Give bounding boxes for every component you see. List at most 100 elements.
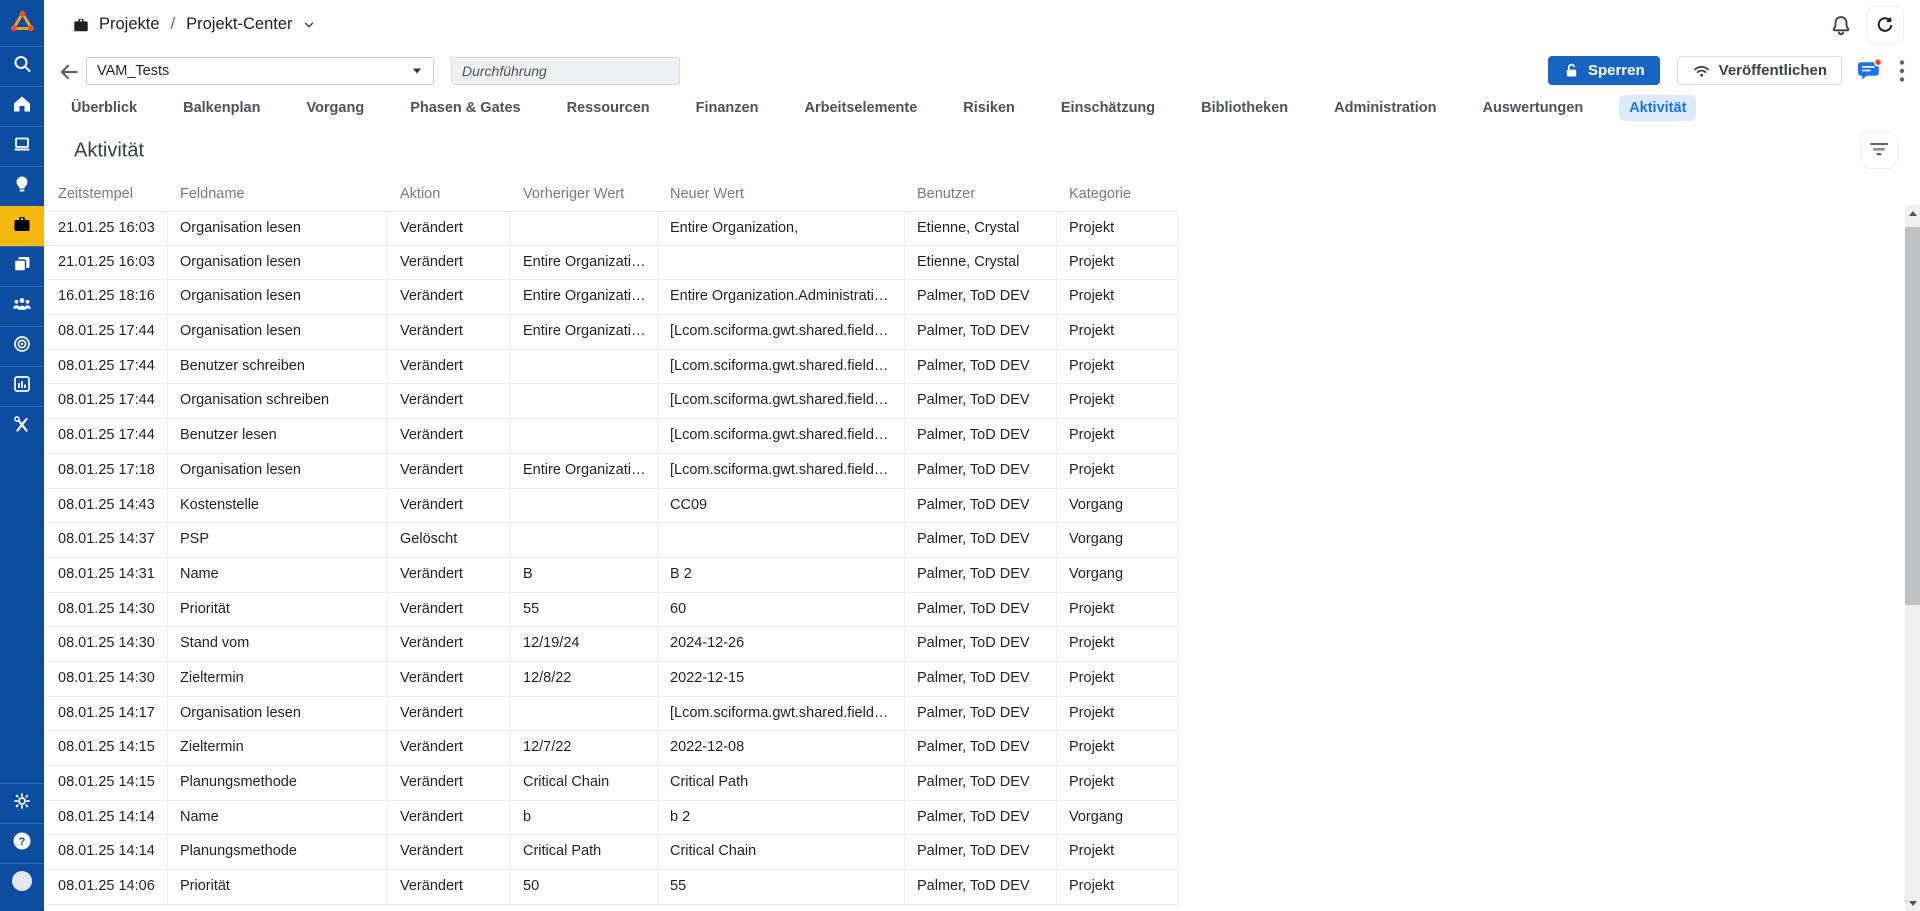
chat-button[interactable]	[1856, 57, 1883, 84]
table-row[interactable]: 08.01.25 14:37 PSP Gelöscht Palmer, ToD …	[46, 523, 1178, 558]
breadcrumb[interactable]: Projekte / Projekt-Center	[72, 15, 316, 34]
sidebar-item-profile[interactable]	[0, 863, 44, 903]
sidebar-item-portfolios[interactable]	[0, 246, 44, 286]
tools-icon	[12, 414, 32, 439]
sidebar-item-settings[interactable]	[0, 783, 44, 823]
vertical-scrollbar[interactable]	[1905, 205, 1920, 911]
cell-feldname: Organisation lesen	[168, 212, 388, 245]
cell-feldname: Zieltermin	[168, 662, 388, 696]
table-row[interactable]: 08.01.25 14:14 Name Verändert b b 2 Palm…	[46, 801, 1178, 836]
tab-ueberblick[interactable]: Überblick	[61, 95, 147, 121]
tab-aktivitaet[interactable]: Aktivität	[1619, 95, 1696, 121]
cell-feldname: Planungsmethode	[168, 766, 388, 800]
column-header[interactable]: Aktion	[388, 186, 511, 202]
phase-field[interactable]: Durchführung	[451, 57, 680, 85]
cell-zeitstempel: 16.01.25 18:16	[46, 280, 168, 314]
sciforma-logo[interactable]	[0, 0, 44, 46]
tab-arbeitselemente[interactable]: Arbeitselemente	[794, 95, 927, 121]
cell-benutzer: Palmer, ToD DEV	[905, 315, 1057, 349]
back-button[interactable]	[58, 60, 82, 84]
table-row[interactable]: 08.01.25 17:44 Organisation schreiben Ve…	[46, 384, 1178, 419]
app-sidebar: ?	[0, 0, 44, 911]
tab-vorgang[interactable]: Vorgang	[296, 95, 374, 121]
tab-administration[interactable]: Administration	[1324, 95, 1446, 121]
cell-kategorie: Projekt	[1057, 697, 1178, 731]
sidebar-item-resources[interactable]	[0, 286, 44, 326]
breadcrumb-section[interactable]: Projekte	[99, 15, 160, 34]
sidebar-item-ideas[interactable]	[0, 166, 44, 206]
cell-vorheriger-wert	[511, 384, 658, 418]
sidebar-item-search[interactable]	[0, 46, 44, 86]
column-header[interactable]: Kategorie	[1057, 186, 1178, 202]
publish-button[interactable]: Veröffentlichen	[1677, 56, 1842, 85]
tab-balkenplan[interactable]: Balkenplan	[173, 95, 270, 121]
scroll-up-arrow[interactable]	[1905, 205, 1920, 221]
sidebar-item-goals[interactable]	[0, 326, 44, 366]
table-row[interactable]: 08.01.25 14:15 Zieltermin Verändert 12/7…	[46, 731, 1178, 766]
cell-kategorie: Vorgang	[1057, 558, 1178, 592]
table-row[interactable]: 08.01.25 14:43 Kostenstelle Verändert CC…	[46, 489, 1178, 524]
cell-feldname: Organisation schreiben	[168, 384, 388, 418]
sidebar-item-projects[interactable]	[0, 206, 44, 246]
breadcrumb-page[interactable]: Projekt-Center	[186, 15, 292, 34]
tab-phasen-gates[interactable]: Phasen & Gates	[400, 95, 530, 121]
table-row[interactable]: 08.01.25 14:30 Zieltermin Verändert 12/8…	[46, 662, 1178, 697]
table-row[interactable]: 21.01.25 16:03 Organisation lesen Veränd…	[46, 211, 1178, 246]
table-row[interactable]: 08.01.25 17:44 Benutzer lesen Verändert …	[46, 419, 1178, 454]
cell-benutzer: Palmer, ToD DEV	[905, 489, 1057, 523]
more-menu-button[interactable]	[1899, 59, 1905, 83]
scroll-down-arrow[interactable]	[1905, 895, 1920, 911]
cell-zeitstempel: 08.01.25 14:43	[46, 489, 168, 523]
home-icon	[12, 94, 32, 119]
tab-finanzen[interactable]: Finanzen	[686, 95, 769, 121]
table-row[interactable]: 21.01.25 16:03 Organisation lesen Veränd…	[46, 246, 1178, 281]
tab-risiken[interactable]: Risiken	[953, 95, 1025, 121]
cell-neuer-wert: Entire Organization.Administration.H...	[658, 280, 905, 314]
cell-aktion: Verändert	[388, 766, 511, 800]
table-row[interactable]: 08.01.25 17:44 Benutzer schreiben Veränd…	[46, 350, 1178, 385]
refresh-button[interactable]	[1866, 6, 1904, 44]
sidebar-item-reports[interactable]	[0, 366, 44, 406]
filter-button[interactable]	[1860, 131, 1898, 169]
sidebar-item-help[interactable]: ?	[0, 823, 44, 863]
cell-neuer-wert: 2022-12-15	[658, 662, 905, 696]
table-row[interactable]: 08.01.25 14:30 Priorität Verändert 55 60…	[46, 593, 1178, 628]
table-row[interactable]: 08.01.25 14:30 Stand vom Verändert 12/19…	[46, 627, 1178, 662]
lock-button[interactable]: Sperren	[1548, 56, 1660, 85]
cell-kategorie: Projekt	[1057, 835, 1178, 869]
cell-neuer-wert: Entire Organization,	[658, 212, 905, 245]
table-row[interactable]: 08.01.25 14:15 Planungsmethode Verändert…	[46, 766, 1178, 801]
table-row[interactable]: 08.01.25 17:18 Organisation lesen Veränd…	[46, 454, 1178, 489]
scrollbar-thumb[interactable]	[1905, 227, 1920, 605]
sidebar-item-workspace[interactable]	[0, 126, 44, 166]
cell-kategorie: Projekt	[1057, 280, 1178, 314]
tab-bibliotheken[interactable]: Bibliotheken	[1191, 95, 1298, 121]
cell-neuer-wert: 60	[658, 593, 905, 627]
column-header[interactable]: Feldname	[168, 186, 388, 202]
project-selector[interactable]: VAM_Tests	[86, 57, 434, 85]
table-row[interactable]: 08.01.25 14:14 Planungsmethode Verändert…	[46, 835, 1178, 870]
table-row[interactable]: 08.01.25 17:44 Organisation lesen Veränd…	[46, 315, 1178, 350]
table-row[interactable]: 08.01.25 14:31 Name Verändert B B 2 Palm…	[46, 558, 1178, 593]
table-row[interactable]: 08.01.25 14:06 Priorität Verändert 50 55…	[46, 870, 1178, 905]
tab-einschaetzung[interactable]: Einschätzung	[1051, 95, 1165, 121]
cell-vorheriger-wert: 12/19/24	[511, 627, 658, 661]
table-row[interactable]: 16.01.25 18:16 Organisation lesen Veränd…	[46, 280, 1178, 315]
cell-vorheriger-wert: Critical Chain	[511, 766, 658, 800]
cell-vorheriger-wert	[511, 350, 658, 384]
tab-auswertungen[interactable]: Auswertungen	[1472, 95, 1593, 121]
column-header[interactable]: Benutzer	[905, 186, 1057, 202]
tab-label: Auswertungen	[1482, 100, 1583, 116]
column-header[interactable]: Zeitstempel	[46, 186, 168, 202]
sidebar-item-home[interactable]	[0, 86, 44, 126]
column-header[interactable]: Vorheriger Wert	[511, 186, 658, 202]
cell-neuer-wert: [Lcom.sciforma.gwt.shared.fieldengi...	[658, 350, 905, 384]
notifications-button[interactable]	[1830, 14, 1852, 36]
cell-vorheriger-wert: Entire Organization....	[511, 246, 658, 280]
table-row[interactable]: 08.01.25 14:17 Organisation lesen Veränd…	[46, 697, 1178, 732]
sidebar-item-tools[interactable]	[0, 406, 44, 446]
tab-ressourcen[interactable]: Ressourcen	[557, 95, 660, 121]
cell-vorheriger-wert: 55	[511, 593, 658, 627]
column-header[interactable]: Neuer Wert	[658, 186, 905, 202]
cell-zeitstempel: 08.01.25 17:44	[46, 384, 168, 418]
